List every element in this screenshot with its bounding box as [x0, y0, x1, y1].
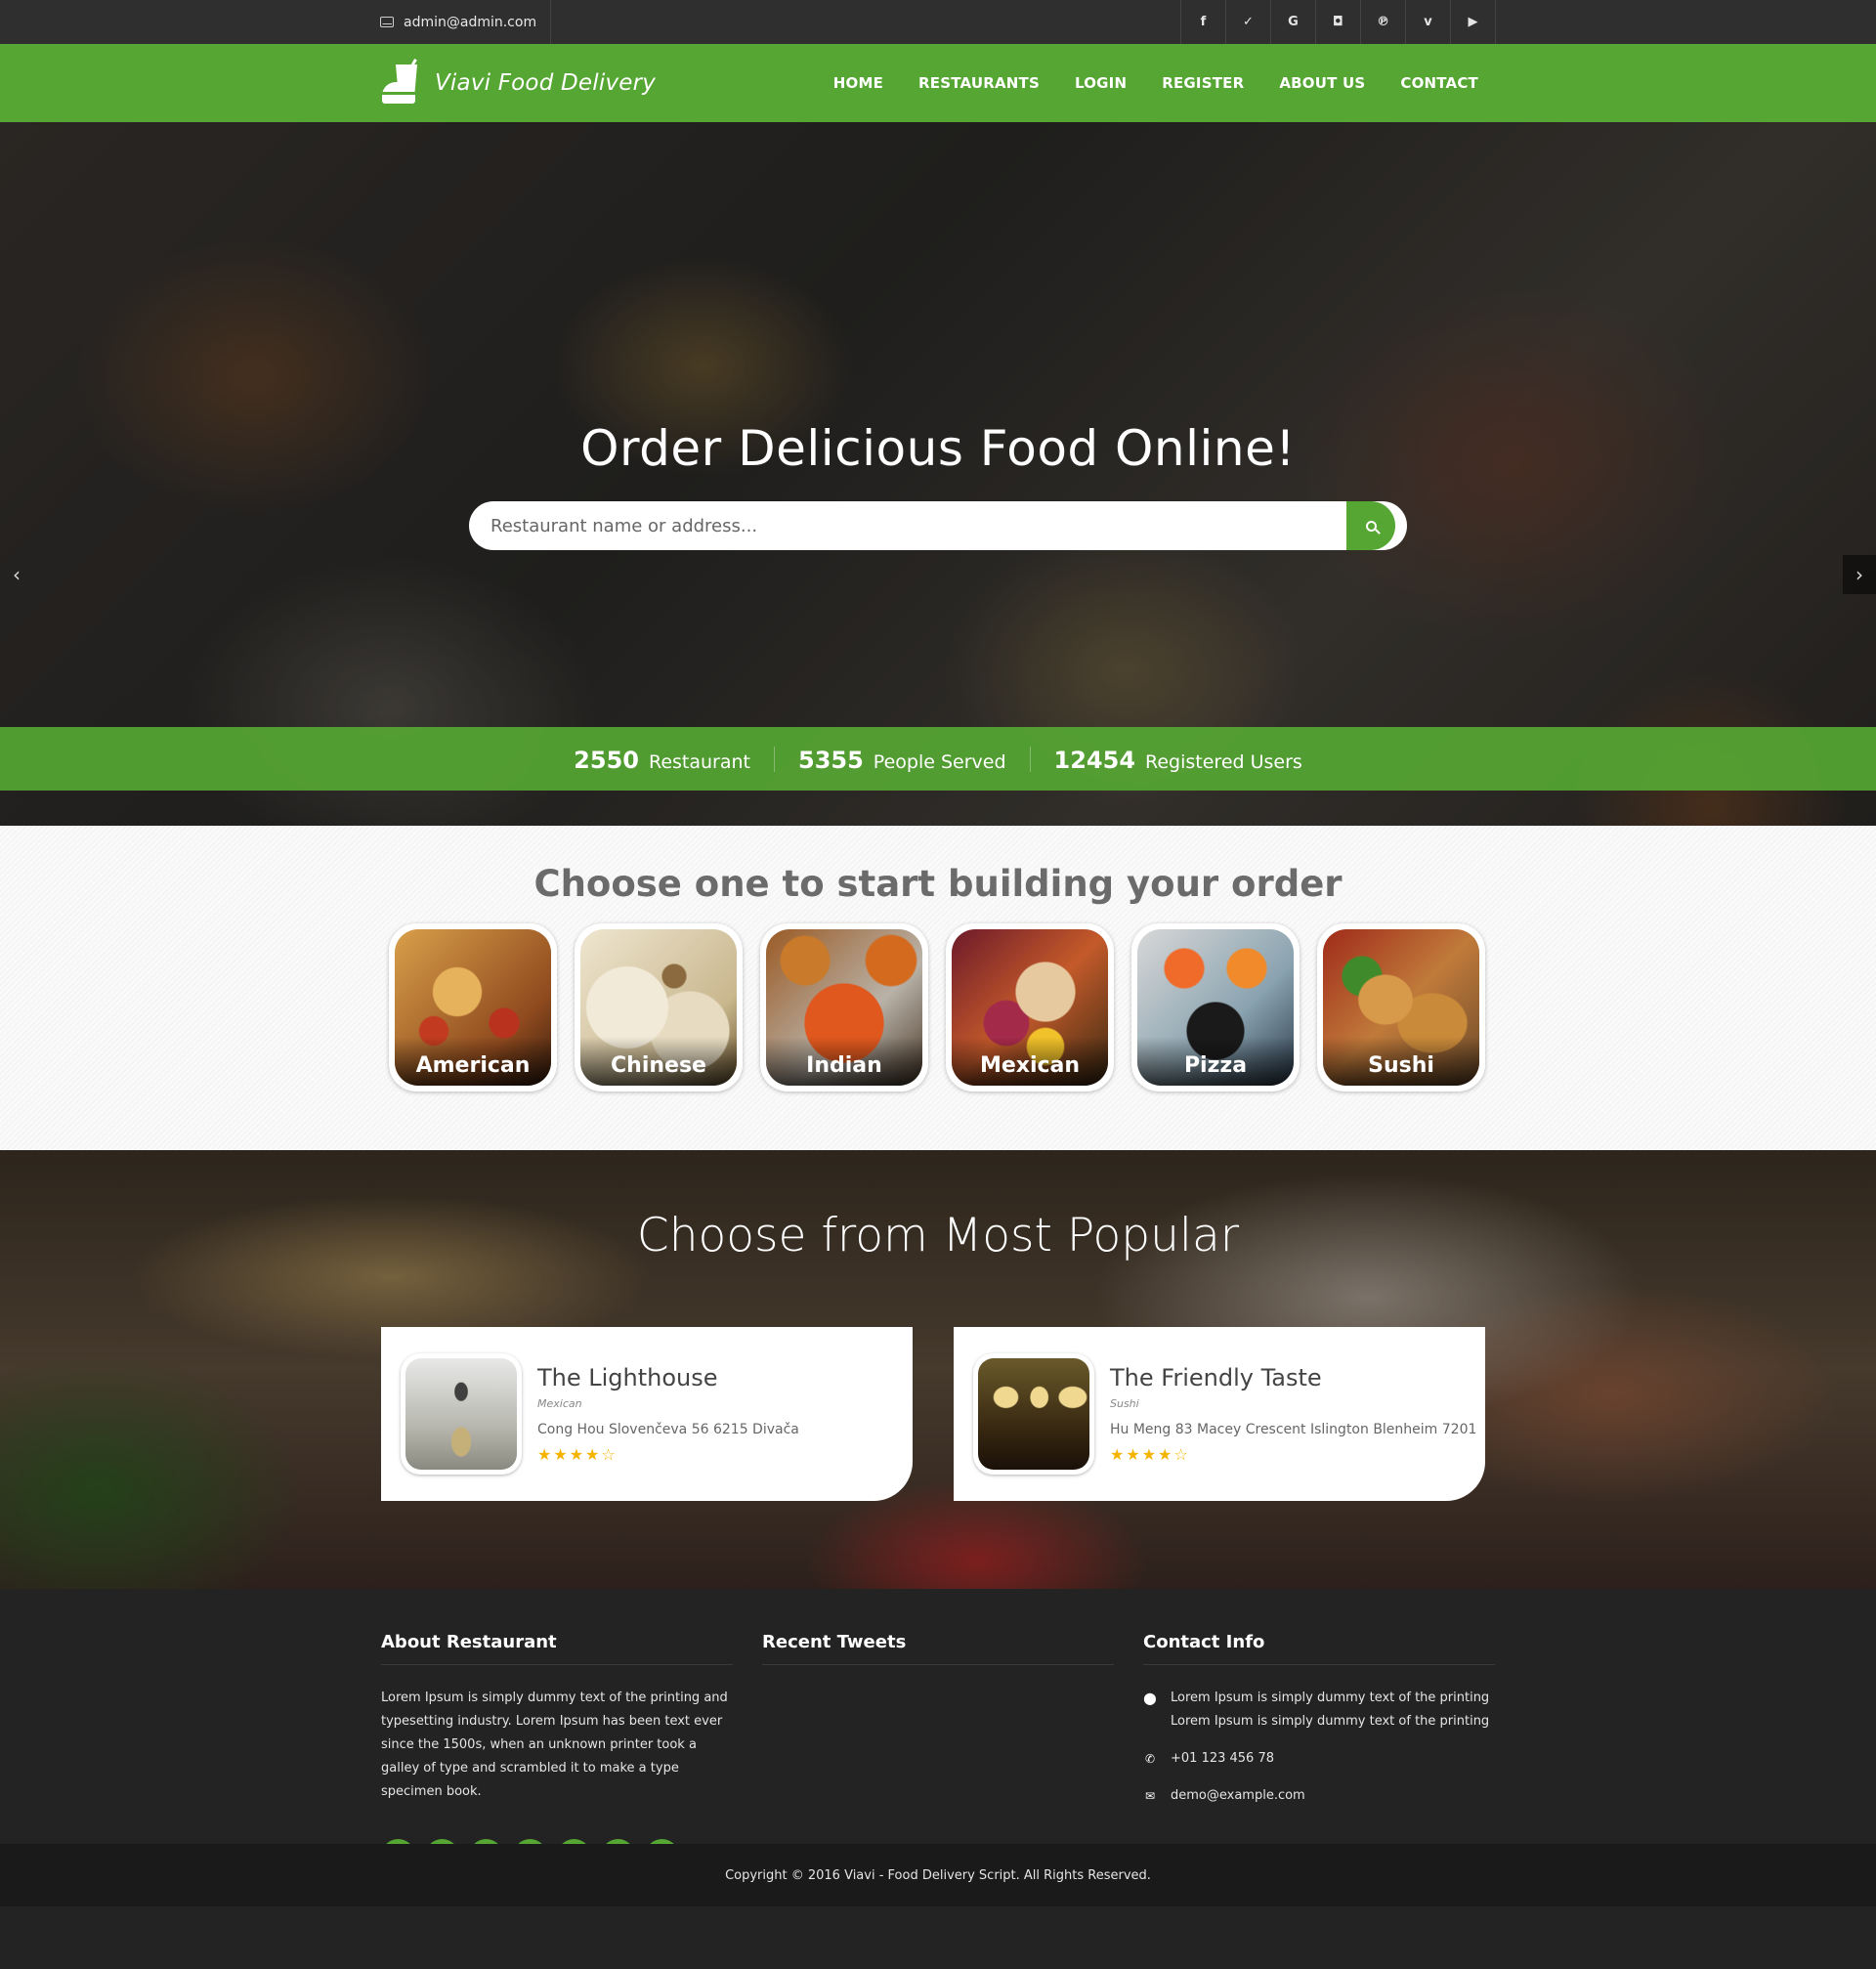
- search-icon: [1365, 520, 1377, 532]
- google-icon[interactable]: G: [1271, 0, 1316, 44]
- footer-about-title: About Restaurant: [381, 1632, 733, 1665]
- topbar-social: f ✓ G ◘ ℗ v ▶: [1180, 0, 1496, 44]
- envelope-icon: ✉: [1144, 1789, 1156, 1803]
- search-input[interactable]: [469, 501, 1346, 550]
- nav-about-us[interactable]: ABOUT US: [1261, 74, 1383, 92]
- contact-address-text: Lorem Ipsum is simply dummy text of the …: [1171, 1691, 1490, 1729]
- category-label: Indian: [806, 1053, 882, 1078]
- pinterest-icon[interactable]: ℗: [1361, 0, 1406, 44]
- restaurant-card[interactable]: The Friendly Taste Sushi Hu Meng 83 Mace…: [954, 1327, 1485, 1501]
- topbar-email-text: admin@admin.com: [404, 14, 537, 30]
- category-label: Sushi: [1368, 1053, 1434, 1078]
- stat-number: 2550: [574, 746, 639, 774]
- copyright-text: Copyright © 2016 Viavi - Food Delivery S…: [725, 1867, 1151, 1883]
- category-chinese[interactable]: Chinese: [575, 923, 743, 1092]
- contact-phone: ✆ +01 123 456 78: [1143, 1747, 1495, 1771]
- twitter-icon[interactable]: ✓: [1226, 0, 1271, 44]
- category-label: Pizza: [1183, 1053, 1248, 1078]
- categories-section: Choose one to start building your order …: [0, 826, 1876, 1150]
- footer-about-text: Lorem Ipsum is simply dummy text of the …: [381, 1691, 728, 1799]
- category-image: Mexican: [952, 929, 1108, 1086]
- stats-bar: 2550 Restaurant 5355 People Served 12454…: [0, 727, 1876, 791]
- category-pizza[interactable]: Pizza: [1131, 923, 1300, 1092]
- stat-label: Registered Users: [1145, 750, 1302, 773]
- footer-tweets: Recent Tweets: [762, 1632, 1114, 1665]
- contact-list: ⬤ Lorem Ipsum is simply dummy text of th…: [1143, 1687, 1495, 1808]
- restaurant-info: The Lighthouse Mexican Cong Hou Slovenče…: [537, 1364, 799, 1464]
- category-image: Sushi: [1323, 929, 1479, 1086]
- category-sushi[interactable]: Sushi: [1317, 923, 1485, 1092]
- copyright-bar: Copyright © 2016 Viavi - Food Delivery S…: [0, 1844, 1876, 1906]
- hero-banner: Order Delicious Food Online! ‹ › 2550 Re…: [0, 122, 1876, 826]
- stat-restaurants: 2550 Restaurant: [550, 746, 775, 774]
- footer-tweets-title: Recent Tweets: [762, 1632, 1114, 1665]
- category-image: American: [395, 929, 551, 1086]
- star-rating: ★★★★☆: [1110, 1445, 1190, 1464]
- hero-title: Order Delicious Food Online!: [580, 420, 1296, 477]
- youtube-icon[interactable]: ▶: [1451, 0, 1496, 44]
- category-label: American: [415, 1053, 531, 1078]
- topbar-email[interactable]: admin@admin.com: [380, 0, 552, 44]
- main-menu: HOME RESTAURANTS LOGIN REGISTER ABOUT US…: [816, 74, 1496, 92]
- restaurant-thumbnail: [401, 1353, 522, 1475]
- slider-next-button[interactable]: ›: [1843, 555, 1876, 594]
- category-list: American Chinese Indian Mexican Pizza Su: [389, 923, 1485, 1092]
- category-image: Pizza: [1137, 929, 1294, 1086]
- vimeo-icon[interactable]: v: [1406, 0, 1451, 44]
- restaurant-name[interactable]: The Lighthouse: [537, 1364, 799, 1391]
- slider-prev-button[interactable]: ‹: [0, 555, 33, 594]
- footer: About Restaurant Lorem Ipsum is simply d…: [0, 1589, 1876, 1906]
- popular-section: Choose from Most Popular The Lighthouse …: [0, 1150, 1876, 1589]
- stat-people-served: 5355 People Served: [775, 746, 1031, 774]
- stat-registered-users: 12454 Registered Users: [1031, 746, 1326, 774]
- category-indian[interactable]: Indian: [760, 923, 928, 1092]
- category-label: Mexican: [979, 1053, 1081, 1078]
- restaurant-name[interactable]: The Friendly Taste: [1110, 1364, 1476, 1391]
- main-navbar: Viavi Food Delivery HOME RESTAURANTS LOG…: [0, 44, 1876, 122]
- restaurant-address: Hu Meng 83 Macey Crescent Islington Blen…: [1110, 1422, 1477, 1437]
- search-bar: [469, 501, 1407, 550]
- category-american[interactable]: American: [389, 923, 557, 1092]
- nav-home[interactable]: HOME: [816, 74, 901, 92]
- restaurant-address: Cong Hou Slovenčeva 56 6215 Divača: [537, 1422, 799, 1437]
- stat-number: 5355: [798, 746, 864, 774]
- contact-address: ⬤ Lorem Ipsum is simply dummy text of th…: [1143, 1687, 1495, 1734]
- contact-email-text: demo@example.com: [1171, 1788, 1305, 1803]
- phone-icon: ✆: [1144, 1752, 1156, 1766]
- nav-login[interactable]: LOGIN: [1057, 74, 1144, 92]
- contact-email[interactable]: ✉ demo@example.com: [1143, 1784, 1495, 1808]
- food-logo-icon: [380, 59, 427, 107]
- brand[interactable]: Viavi Food Delivery: [380, 59, 656, 107]
- categories-title: Choose one to start building your order: [533, 863, 1343, 905]
- stat-number: 12454: [1053, 746, 1136, 774]
- restaurant-info: The Friendly Taste Sushi Hu Meng 83 Mace…: [1110, 1364, 1476, 1464]
- map-marker-icon: ⬤: [1143, 1691, 1157, 1705]
- category-mexican[interactable]: Mexican: [946, 923, 1114, 1092]
- nav-register[interactable]: REGISTER: [1144, 74, 1261, 92]
- category-image: Chinese: [580, 929, 737, 1086]
- contact-phone-text: +01 123 456 78: [1171, 1751, 1274, 1766]
- restaurant-cuisine: Sushi: [1110, 1397, 1139, 1410]
- star-rating: ★★★★☆: [537, 1445, 618, 1464]
- nav-restaurants[interactable]: RESTAURANTS: [901, 74, 1057, 92]
- restaurant-cuisine: Mexican: [537, 1397, 582, 1410]
- top-bar: admin@admin.com f ✓ G ◘ ℗ v ▶: [0, 0, 1876, 44]
- nav-contact[interactable]: CONTACT: [1383, 74, 1496, 92]
- envelope-icon: [380, 17, 394, 27]
- popular-title: Choose from Most Popular: [636, 1209, 1240, 1263]
- search-button[interactable]: [1346, 501, 1395, 550]
- stat-label: People Served: [873, 750, 1006, 773]
- facebook-icon[interactable]: f: [1181, 0, 1226, 44]
- footer-contact: Contact Info ⬤ Lorem Ipsum is simply dum…: [1143, 1632, 1495, 1821]
- footer-about: About Restaurant Lorem Ipsum is simply d…: [381, 1632, 733, 1873]
- restaurant-card[interactable]: The Lighthouse Mexican Cong Hou Slovenče…: [381, 1327, 913, 1501]
- instagram-icon[interactable]: ◘: [1316, 0, 1361, 44]
- category-label: Chinese: [611, 1053, 706, 1078]
- footer-contact-title: Contact Info: [1143, 1632, 1495, 1665]
- category-image: Indian: [766, 929, 922, 1086]
- brand-name: Viavi Food Delivery: [435, 70, 657, 96]
- stat-label: Restaurant: [648, 750, 750, 773]
- restaurant-thumbnail: [973, 1353, 1094, 1475]
